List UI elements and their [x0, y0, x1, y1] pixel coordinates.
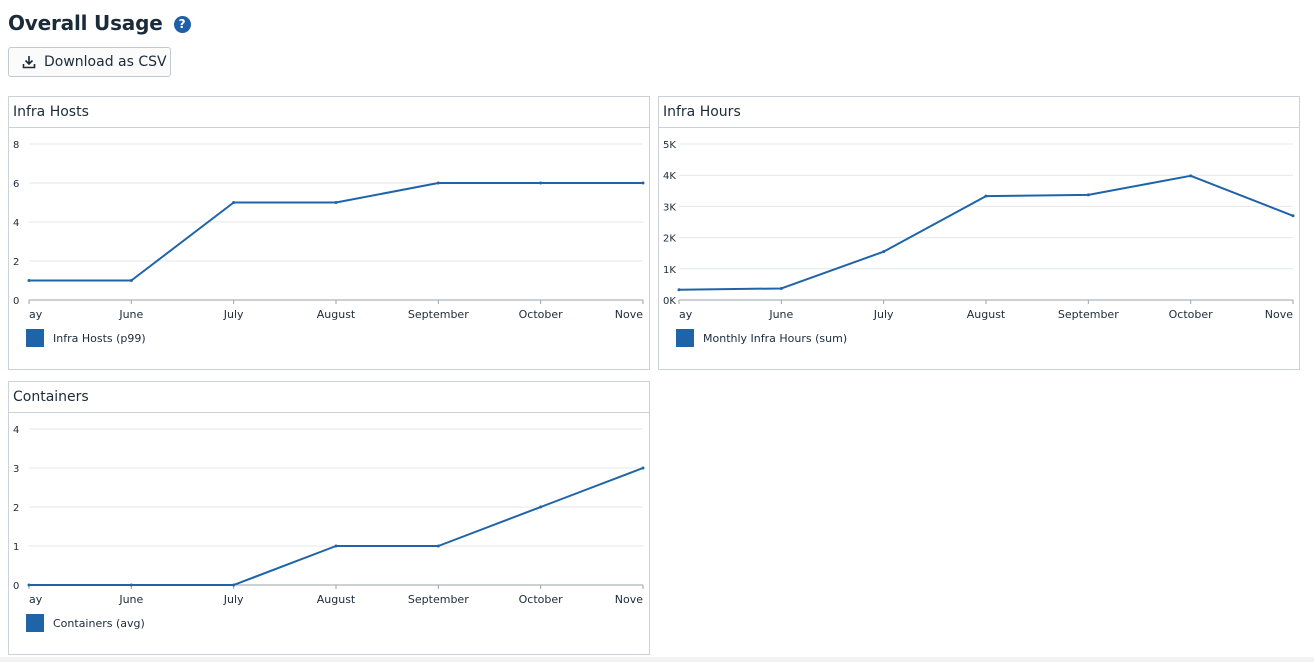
data-point	[129, 583, 133, 587]
x-tick-label: Nove	[615, 593, 643, 606]
legend-label: Monthly Infra Hours (sum)	[703, 331, 848, 345]
panel-title: Infra Hours	[659, 97, 1299, 128]
data-point	[1086, 193, 1090, 197]
x-tick-label: June	[768, 308, 793, 321]
y-tick-label: 3K	[663, 202, 676, 213]
download-icon	[22, 56, 36, 69]
page-header: Overall Usage ?	[8, 8, 191, 38]
x-tick-label: October	[519, 593, 563, 606]
page-title: Overall Usage	[8, 11, 163, 35]
data-point	[129, 279, 133, 282]
y-tick-label: 0	[13, 296, 19, 307]
x-tick-label: June	[118, 593, 143, 606]
panel-title: Containers	[9, 382, 649, 413]
y-tick-label: 0	[13, 581, 19, 592]
chart-legend: Infra Hosts (p99)	[26, 329, 146, 347]
data-point	[539, 181, 543, 185]
chart-legend: Containers (avg)	[26, 614, 145, 632]
data-point	[436, 544, 440, 548]
x-tick-label: Nove	[615, 308, 643, 321]
data-point	[436, 181, 440, 185]
data-point	[1189, 174, 1193, 178]
y-tick-label: 2K	[663, 234, 676, 245]
x-tick-label: October	[1169, 308, 1213, 321]
containers-chart: 0 1 2 3 4 ay June July August September October Nov…	[13, 425, 645, 606]
series-line	[678, 174, 1294, 291]
y-tick-label: 2	[13, 257, 19, 268]
legend-swatch	[26, 614, 44, 632]
y-tick-label: 1K	[663, 265, 676, 276]
legend-label: Infra Hosts (p99)	[53, 331, 146, 345]
data-point	[641, 181, 645, 185]
series-line	[29, 467, 644, 586]
download-csv-button[interactable]: Download as CSV	[8, 47, 171, 77]
y-tick-label: 2	[13, 503, 19, 514]
x-tick-label: September	[1058, 308, 1119, 321]
data-point	[984, 194, 988, 198]
y-tick-label: 4	[13, 218, 19, 229]
y-tick-label: 4K	[663, 171, 676, 182]
data-point	[27, 279, 31, 282]
y-tick-label: 4	[13, 425, 19, 436]
x-tick-label: October	[519, 308, 563, 321]
y-tick-label: 8	[13, 140, 19, 151]
infra-hours-chart: 0K 1K 2K 3K 4K 5K ay June July August September Oct…	[663, 140, 1295, 321]
x-tick-label: ay	[29, 593, 43, 606]
x-tick-label: ay	[679, 308, 693, 321]
legend-swatch	[676, 329, 694, 347]
x-tick-label: ay	[29, 308, 43, 321]
download-csv-label: Download as CSV	[44, 54, 167, 70]
data-point	[641, 466, 645, 470]
x-tick-label: September	[408, 308, 469, 321]
panel-title: Infra Hosts	[9, 97, 649, 128]
data-point	[1291, 214, 1295, 218]
page-bottom-strip	[0, 657, 1314, 662]
x-tick-label: July	[873, 308, 894, 321]
legend-swatch	[26, 329, 44, 347]
data-point	[232, 201, 236, 204]
data-point	[882, 250, 886, 254]
data-point	[539, 505, 543, 509]
x-tick-label: Nove	[1265, 308, 1293, 321]
infra-hosts-chart: 0 2 4 6 8 ay June July August September October Nov…	[13, 140, 645, 321]
infra-hours-panel: Infra Hours 0K 1K 2K 3K 4K 5K ay June July August…	[658, 96, 1300, 370]
y-tick-label: 5K	[663, 140, 676, 151]
y-tick-label: 3	[13, 464, 19, 475]
x-tick-label: June	[118, 308, 143, 321]
x-tick-label: July	[223, 593, 244, 606]
data-point	[334, 201, 338, 204]
y-tick-label: 1	[13, 542, 19, 553]
chart-legend: Monthly Infra Hours (sum)	[676, 329, 847, 347]
legend-label: Containers (avg)	[53, 616, 145, 630]
data-point	[677, 288, 681, 292]
data-point	[779, 286, 783, 290]
question-circle-icon[interactable]: ?	[173, 15, 191, 33]
data-point	[232, 583, 236, 587]
x-tick-label: August	[317, 308, 356, 321]
y-tick-label: 0K	[663, 296, 676, 307]
y-tick-label: 6	[13, 179, 19, 190]
data-point	[334, 544, 338, 548]
series-line	[29, 182, 643, 282]
x-tick-label: August	[967, 308, 1006, 321]
containers-panel: Containers 0 1 2 3 4 ay June July August Septembe…	[8, 381, 650, 655]
x-tick-label: July	[223, 308, 244, 321]
infra-hosts-panel: Infra Hosts 0 2 4 6 8 ay June July August Septemb…	[8, 96, 650, 370]
x-tick-label: September	[408, 593, 469, 606]
data-point	[27, 583, 31, 587]
x-tick-label: August	[317, 593, 356, 606]
